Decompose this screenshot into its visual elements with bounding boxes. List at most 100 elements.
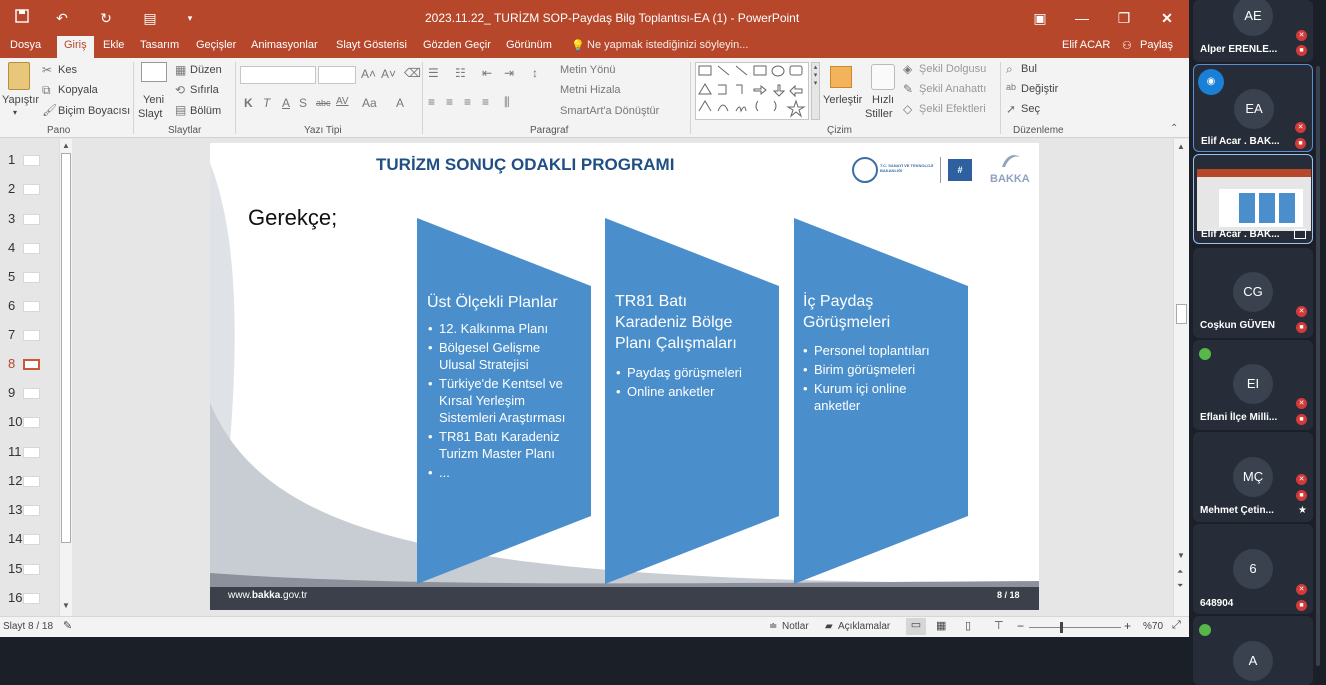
tell-me-input[interactable]: Ne yapmak istediğinizi söyleyin... [587, 39, 748, 51]
slide-thumbnail[interactable] [23, 330, 40, 341]
bold-button[interactable]: K [244, 96, 253, 110]
strikethrough-button[interactable]: abc [316, 98, 331, 108]
tab-animasyonlar[interactable]: Animasyonlar [251, 39, 318, 51]
panel-scrollbar[interactable] [1316, 66, 1320, 666]
shape-fill-button[interactable]: Şekil Dolgusu [919, 63, 986, 75]
slideshow-icon[interactable]: ⊤ [994, 619, 1004, 632]
thumbnail-number[interactable]: 4 [8, 240, 15, 255]
numbering-icon[interactable]: ☷ [455, 66, 466, 80]
customize-toolbar-icon[interactable]: ▾ [180, 8, 200, 28]
participant-tile[interactable]: EI Eflani İlçe Milli... ✕ ■ [1193, 340, 1313, 430]
scroll-down-icon[interactable]: ▼ [62, 601, 70, 610]
thumbnail-number[interactable]: 6 [8, 298, 15, 313]
shape-outline-button[interactable]: Şekil Anahattı [919, 83, 986, 95]
quick-styles-button[interactable]: Hızlı [872, 94, 894, 106]
arrange-button[interactable]: Yerleştir [823, 94, 862, 106]
thumbnail-number[interactable]: 3 [8, 211, 15, 226]
font-name-select[interactable] [240, 66, 316, 84]
scroll-thumb[interactable] [61, 153, 71, 543]
thumbnail-number[interactable]: 2 [8, 181, 15, 196]
align-center-icon[interactable]: ≡ [446, 95, 453, 109]
clipboard-icon[interactable] [8, 62, 30, 90]
columns-icon[interactable]: ⫼ [504, 95, 510, 110]
scroll-up-icon[interactable]: ▲ [62, 141, 70, 150]
increase-indent-icon[interactable]: ⇥ [504, 66, 514, 80]
thumbnails-scrollbar[interactable]: ▲ ▼ [59, 139, 72, 616]
undo-icon[interactable]: ↶ [52, 8, 72, 28]
shape-effects-button[interactable]: Şekil Efektleri [919, 103, 986, 115]
comments-button[interactable]: Açıklamalar [838, 621, 890, 632]
quick-styles-icon[interactable] [871, 64, 895, 90]
align-text-button[interactable]: Metni Hizala [560, 84, 621, 96]
format-painter-button[interactable]: Biçim Boyacısı [58, 105, 130, 117]
tab-dosya[interactable]: Dosya [10, 39, 41, 51]
zoom-level[interactable]: %70 [1143, 621, 1163, 632]
reading-view-icon[interactable]: ▯ [965, 619, 971, 632]
participant-tile[interactable]: A [1193, 616, 1313, 685]
participant-tile[interactable]: MÇ Mehmet Çetin... ✕ ■ ★ [1193, 432, 1313, 522]
section-button[interactable]: Bölüm [190, 105, 221, 117]
scroll-down-icon[interactable]: ▼ [1177, 551, 1185, 560]
tab-gozden-gecir[interactable]: Gözden Geçir [423, 39, 491, 51]
restore-icon[interactable]: ❐ [1114, 8, 1134, 28]
text-direction-button[interactable]: Metin Yönü [560, 64, 615, 76]
shapes-gallery-scroll[interactable]: ▴ ▾ ▾ [811, 62, 820, 120]
thumbnail-number[interactable]: 16 [8, 590, 22, 605]
thumbnail-number[interactable]: 12 [8, 473, 22, 488]
collapse-ribbon-icon[interactable]: ⌃ [1170, 123, 1178, 134]
slide-sorter-icon[interactable]: ▦ [936, 619, 946, 632]
participant-tile[interactable]: ◉ EA Elif Acar . BAK... ✕ ■ [1193, 64, 1313, 152]
redo-icon[interactable]: ↻ [96, 8, 116, 28]
thumbnail-number[interactable]: 1 [8, 152, 15, 167]
reset-button[interactable]: Sıfırla [190, 84, 219, 96]
char-spacing-button[interactable]: AV [336, 96, 349, 107]
thumbnail-number[interactable]: 8 [8, 356, 15, 371]
line-spacing-icon[interactable]: ↕ [532, 66, 538, 80]
tab-gecisler[interactable]: Geçişler [196, 39, 236, 51]
tab-gorunum[interactable]: Görünüm [506, 39, 552, 51]
slide-thumbnail[interactable] [23, 417, 40, 428]
save-icon[interactable] [12, 8, 32, 28]
new-slide-button[interactable]: Yeni [143, 94, 164, 106]
new-slide-button-line2[interactable]: Slayt [138, 108, 162, 120]
fit-slide-icon[interactable]: ⤢ [1172, 619, 1181, 632]
arrange-icon[interactable] [830, 66, 852, 88]
tab-slayt-gosterisi[interactable]: Slayt Gösterisi [336, 39, 407, 51]
slide-thumbnail[interactable] [23, 447, 40, 458]
start-slideshow-icon[interactable]: ▤ [140, 8, 160, 28]
scroll-thumb[interactable] [1176, 304, 1187, 324]
slide-thumbnail[interactable] [23, 272, 40, 283]
copy-button[interactable]: Kopyala [58, 84, 98, 96]
cut-button[interactable]: Kes [58, 64, 77, 76]
participant-tile[interactable]: CG Coşkun GÜVEN ✕ ■ [1193, 248, 1313, 338]
ribbon-display-icon[interactable]: ▣ [1030, 8, 1050, 28]
zoom-out-icon[interactable]: − [1017, 619, 1024, 633]
decrease-indent-icon[interactable]: ⇤ [482, 66, 492, 80]
slide-thumbnail[interactable] [23, 564, 40, 575]
close-icon[interactable]: ✕ [1157, 8, 1177, 28]
zoom-in-icon[interactable]: + [1124, 619, 1131, 633]
slide-thumbnail[interactable] [23, 593, 40, 604]
thumbnail-number[interactable]: 14 [8, 531, 22, 546]
replace-button[interactable]: Değiştir [1021, 83, 1058, 95]
user-name[interactable]: Elif ACAR [1062, 39, 1110, 51]
layout-button[interactable]: Düzen [190, 64, 222, 76]
scroll-up-icon[interactable]: ▲ [1177, 142, 1185, 151]
share-button[interactable]: Paylaş [1140, 39, 1173, 51]
slide-thumbnail[interactable] [23, 359, 40, 370]
italic-button[interactable]: T [263, 96, 270, 110]
slide-thumbnail[interactable] [23, 155, 40, 166]
spellcheck-icon[interactable]: ✎ [63, 619, 72, 632]
shrink-font-icon[interactable]: A˅ [381, 67, 396, 81]
participant-tile[interactable]: AE Alper ERENLE... ✕ ■ [1193, 0, 1313, 62]
slide-thumbnail[interactable] [23, 184, 40, 195]
grow-font-icon[interactable]: A˄ [361, 67, 376, 81]
slide-thumbnail[interactable] [23, 505, 40, 516]
zoom-slider[interactable] [1029, 622, 1121, 633]
slide-canvas[interactable]: TURİZM SONUÇ ODAKLI PROGRAMI T.C. SANAYİ… [210, 143, 1039, 610]
slide-thumbnail[interactable] [23, 214, 40, 225]
slide-scrollbar[interactable]: ▲ ▼ ⏶ ⏷ [1173, 139, 1189, 616]
participant-screen-share-tile[interactable]: Elif Acar . BAK... [1193, 154, 1313, 244]
new-slide-icon[interactable] [141, 62, 167, 82]
select-button[interactable]: Seç [1021, 103, 1040, 115]
